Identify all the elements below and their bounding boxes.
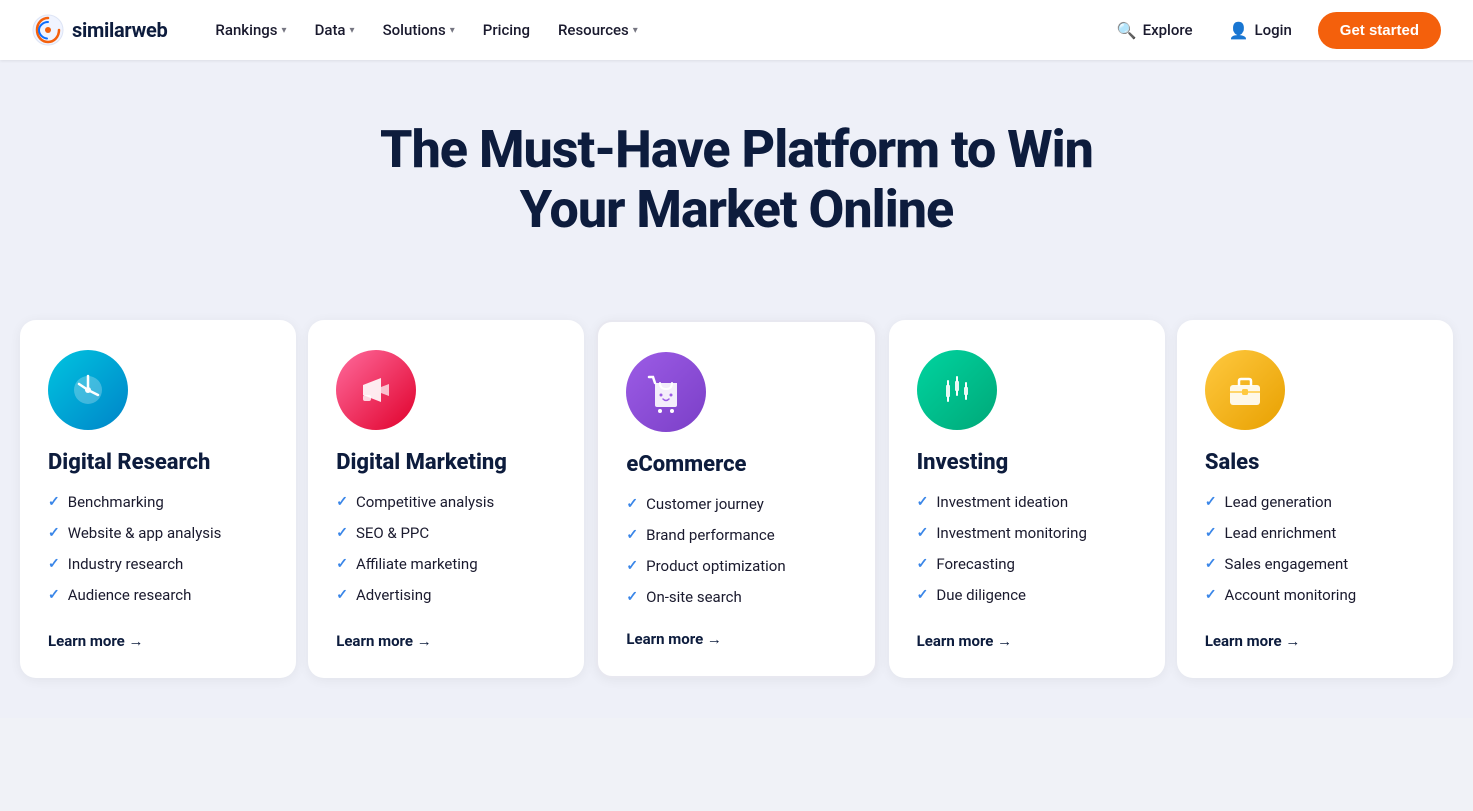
get-started-button[interactable]: Get started bbox=[1318, 12, 1441, 49]
check-icon: ✓ bbox=[626, 526, 638, 546]
card-icon-digital-marketing bbox=[336, 350, 416, 430]
list-item: ✓ Benchmarking bbox=[48, 492, 268, 513]
card-digital-research: Digital Research ✓ Benchmarking ✓ Websit… bbox=[20, 320, 296, 678]
card-title-sales: Sales bbox=[1205, 450, 1425, 476]
card-ecommerce: eCommerce ✓ Customer journey ✓ Brand per… bbox=[596, 320, 876, 678]
chevron-down-icon: ▾ bbox=[450, 25, 455, 36]
check-icon: ✓ bbox=[48, 586, 60, 606]
brand-name: similarweb bbox=[72, 18, 167, 42]
card-items-digital-research: ✓ Benchmarking ✓ Website & app analysis … bbox=[48, 492, 268, 610]
nav-solutions[interactable]: Solutions ▾ bbox=[371, 15, 467, 45]
list-item: ✓ Investment monitoring bbox=[917, 523, 1137, 544]
card-items-investing: ✓ Investment ideation ✓ Investment monit… bbox=[917, 492, 1137, 610]
card-icon-digital-research bbox=[48, 350, 128, 430]
cards-grid: Digital Research ✓ Benchmarking ✓ Websit… bbox=[20, 320, 1453, 678]
list-item: ✓ Lead enrichment bbox=[1205, 523, 1425, 544]
search-icon: 🔍 bbox=[1117, 21, 1137, 40]
check-icon: ✓ bbox=[48, 555, 60, 575]
hero-title: The Must-Have Platform to Win Your Marke… bbox=[327, 120, 1147, 240]
check-icon: ✓ bbox=[626, 588, 638, 608]
nav-explore[interactable]: 🔍 Explore bbox=[1107, 15, 1203, 46]
learn-more-digital-marketing[interactable]: Learn more → bbox=[336, 632, 556, 650]
check-icon: ✓ bbox=[917, 555, 929, 575]
list-item: ✓ Audience research bbox=[48, 585, 268, 606]
list-item: ✓ Industry research bbox=[48, 554, 268, 575]
nav-links: Rankings ▾ Data ▾ Solutions ▾ Pricing Re… bbox=[203, 15, 1106, 45]
check-icon: ✓ bbox=[48, 493, 60, 513]
nav-login[interactable]: 👤 Login bbox=[1219, 15, 1302, 46]
card-digital-marketing: Digital Marketing ✓ Competitive analysis… bbox=[308, 320, 584, 678]
check-icon: ✓ bbox=[917, 586, 929, 606]
nav-pricing[interactable]: Pricing bbox=[471, 15, 542, 45]
learn-more-ecommerce[interactable]: Learn more → bbox=[626, 630, 846, 648]
check-icon: ✓ bbox=[917, 493, 929, 513]
list-item: ✓ Account monitoring bbox=[1205, 585, 1425, 606]
navbar: similarweb Rankings ▾ Data ▾ Solutions ▾… bbox=[0, 0, 1473, 60]
nav-resources[interactable]: Resources ▾ bbox=[546, 15, 650, 45]
check-icon: ✓ bbox=[336, 586, 348, 606]
list-item: ✓ Brand performance bbox=[626, 525, 846, 546]
chevron-down-icon: ▾ bbox=[350, 25, 355, 36]
card-sales: Sales ✓ Lead generation ✓ Lead enrichmen… bbox=[1177, 320, 1453, 678]
list-item: ✓ SEO & PPC bbox=[336, 523, 556, 544]
logo[interactable]: similarweb bbox=[32, 14, 167, 46]
list-item: ✓ Lead generation bbox=[1205, 492, 1425, 513]
card-title-digital-marketing: Digital Marketing bbox=[336, 450, 556, 476]
chevron-down-icon: ▾ bbox=[633, 25, 638, 36]
card-title-ecommerce: eCommerce bbox=[626, 452, 846, 478]
card-items-ecommerce: ✓ Customer journey ✓ Brand performance ✓… bbox=[626, 494, 846, 608]
hero-section: The Must-Have Platform to Win Your Marke… bbox=[0, 60, 1473, 288]
list-item: ✓ Customer journey bbox=[626, 494, 846, 515]
list-item: ✓ Due diligence bbox=[917, 585, 1137, 606]
list-item: ✓ On-site search bbox=[626, 587, 846, 608]
list-item: ✓ Sales engagement bbox=[1205, 554, 1425, 575]
nav-data[interactable]: Data ▾ bbox=[303, 15, 367, 45]
cards-section: Digital Research ✓ Benchmarking ✓ Websit… bbox=[0, 288, 1473, 718]
card-title-digital-research: Digital Research bbox=[48, 450, 268, 476]
check-icon: ✓ bbox=[1205, 524, 1217, 544]
card-icon-investing bbox=[917, 350, 997, 430]
check-icon: ✓ bbox=[336, 493, 348, 513]
card-icon-ecommerce bbox=[626, 352, 706, 432]
card-items-sales: ✓ Lead generation ✓ Lead enrichment ✓ Sa… bbox=[1205, 492, 1425, 610]
list-item: ✓ Advertising bbox=[336, 585, 556, 606]
list-item: ✓ Product optimization bbox=[626, 556, 846, 577]
check-icon: ✓ bbox=[48, 524, 60, 544]
card-investing: Investing ✓ Investment ideation ✓ Invest… bbox=[889, 320, 1165, 678]
learn-more-sales[interactable]: Learn more → bbox=[1205, 632, 1425, 650]
check-icon: ✓ bbox=[1205, 493, 1217, 513]
card-items-digital-marketing: ✓ Competitive analysis ✓ SEO & PPC ✓ Aff… bbox=[336, 492, 556, 610]
check-icon: ✓ bbox=[626, 495, 638, 515]
learn-more-investing[interactable]: Learn more → bbox=[917, 632, 1137, 650]
check-icon: ✓ bbox=[1205, 586, 1217, 606]
list-item: ✓ Investment ideation bbox=[917, 492, 1137, 513]
check-icon: ✓ bbox=[336, 524, 348, 544]
check-icon: ✓ bbox=[626, 557, 638, 577]
check-icon: ✓ bbox=[336, 555, 348, 575]
nav-rankings[interactable]: Rankings ▾ bbox=[203, 15, 298, 45]
learn-more-digital-research[interactable]: Learn more → bbox=[48, 632, 268, 650]
check-icon: ✓ bbox=[917, 524, 929, 544]
nav-right: 🔍 Explore 👤 Login Get started bbox=[1107, 12, 1441, 49]
list-item: ✓ Website & app analysis bbox=[48, 523, 268, 544]
chevron-down-icon: ▾ bbox=[282, 25, 287, 36]
check-icon: ✓ bbox=[1205, 555, 1217, 575]
list-item: ✓ Competitive analysis bbox=[336, 492, 556, 513]
card-title-investing: Investing bbox=[917, 450, 1137, 476]
user-icon: 👤 bbox=[1229, 21, 1249, 40]
card-icon-sales bbox=[1205, 350, 1285, 430]
list-item: ✓ Forecasting bbox=[917, 554, 1137, 575]
list-item: ✓ Affiliate marketing bbox=[336, 554, 556, 575]
